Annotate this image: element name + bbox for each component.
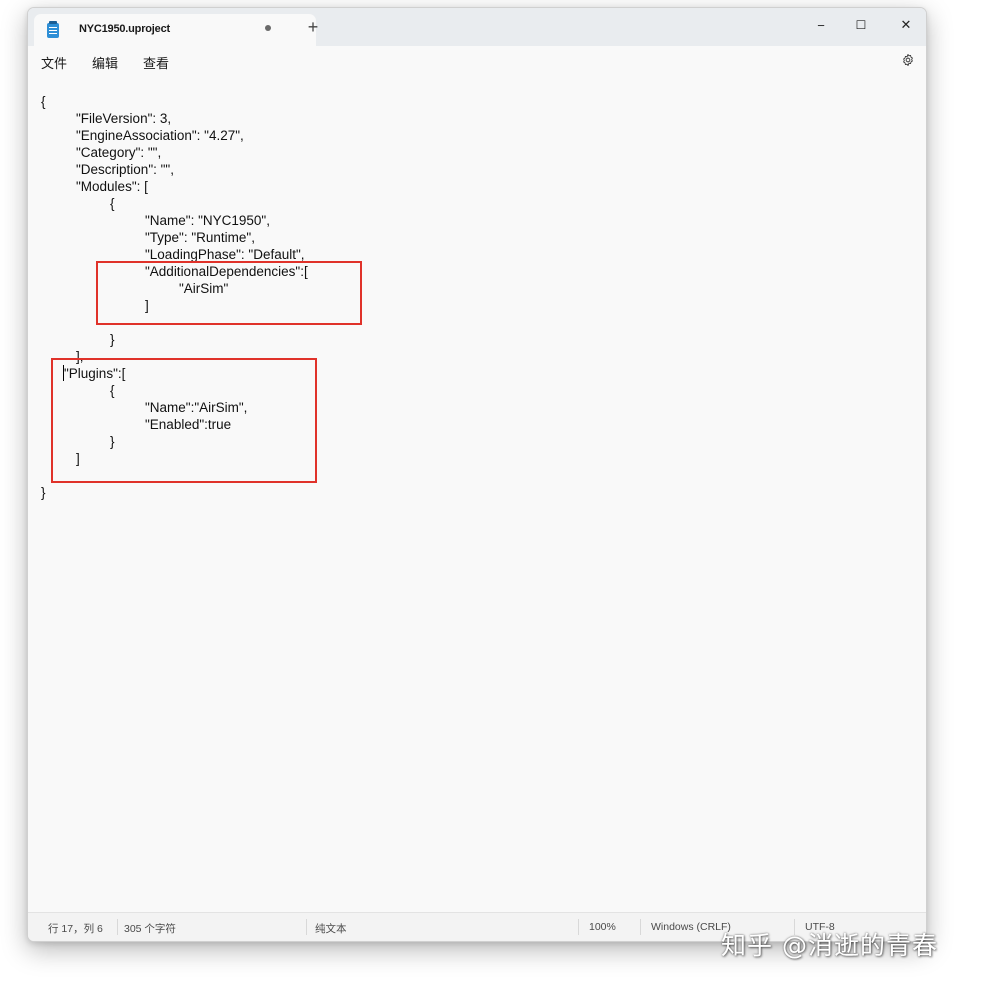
divider [578, 919, 579, 935]
zhihu-watermark: 知乎 @消逝的青春 [721, 931, 938, 960]
close-button[interactable]: ✕ [883, 8, 926, 42]
notepad-icon [47, 21, 59, 38]
code-line: "Description": "", [76, 162, 174, 177]
code-line: "FileVersion": 3, [76, 111, 172, 126]
unsaved-indicator-icon[interactable] [265, 25, 271, 31]
highlight-box-plugins [51, 358, 317, 483]
text-editor[interactable]: { "FileVersion": 3, "EngineAssociation":… [28, 76, 926, 914]
character-count: 305 个字符 [124, 923, 176, 935]
code-line: "EngineAssociation": "4.27", [76, 128, 244, 143]
code-line: } [41, 485, 46, 500]
code-line: "Type": "Runtime", [145, 230, 255, 245]
settings-button[interactable] [900, 52, 916, 68]
code-line: "Category": "", [76, 145, 162, 160]
menu-file[interactable]: 文件 [41, 53, 67, 72]
line-ending[interactable]: Windows (CRLF) [651, 921, 731, 933]
maximize-button[interactable]: ☐ [838, 8, 884, 42]
notepad-window: NYC1950.uproject + − ☐ ✕ 文件 编辑 查看 { "Fil… [27, 7, 927, 942]
code-line: } [110, 332, 115, 347]
new-tab-button[interactable]: + [302, 18, 324, 36]
close-icon: ✕ [900, 17, 912, 32]
divider [306, 919, 307, 935]
cursor-position[interactable]: 行 17，列 6 [48, 921, 103, 936]
text-format[interactable]: 纯文本 [315, 921, 347, 936]
menu-view[interactable]: 查看 [143, 53, 169, 72]
title-bar: NYC1950.uproject + − ☐ ✕ [28, 8, 926, 46]
tab-title: NYC1950.uproject [79, 23, 170, 35]
code-line: { [41, 94, 46, 109]
menu-bar: 文件 编辑 查看 [28, 46, 926, 76]
code-line: "Name": "NYC1950", [145, 213, 270, 228]
gear-icon [903, 54, 913, 66]
minimize-icon: − [817, 17, 825, 33]
zoom-level[interactable]: 100% [589, 921, 616, 933]
highlight-box-additional-dependencies [96, 261, 362, 325]
divider [117, 919, 118, 935]
code-line: { [110, 196, 115, 211]
maximize-icon: ☐ [855, 18, 867, 32]
menu-edit[interactable]: 编辑 [92, 53, 118, 72]
tab-nyc1950-uproject[interactable]: NYC1950.uproject [34, 14, 316, 46]
code-line: "Modules": [ [76, 179, 148, 194]
divider [640, 919, 641, 935]
